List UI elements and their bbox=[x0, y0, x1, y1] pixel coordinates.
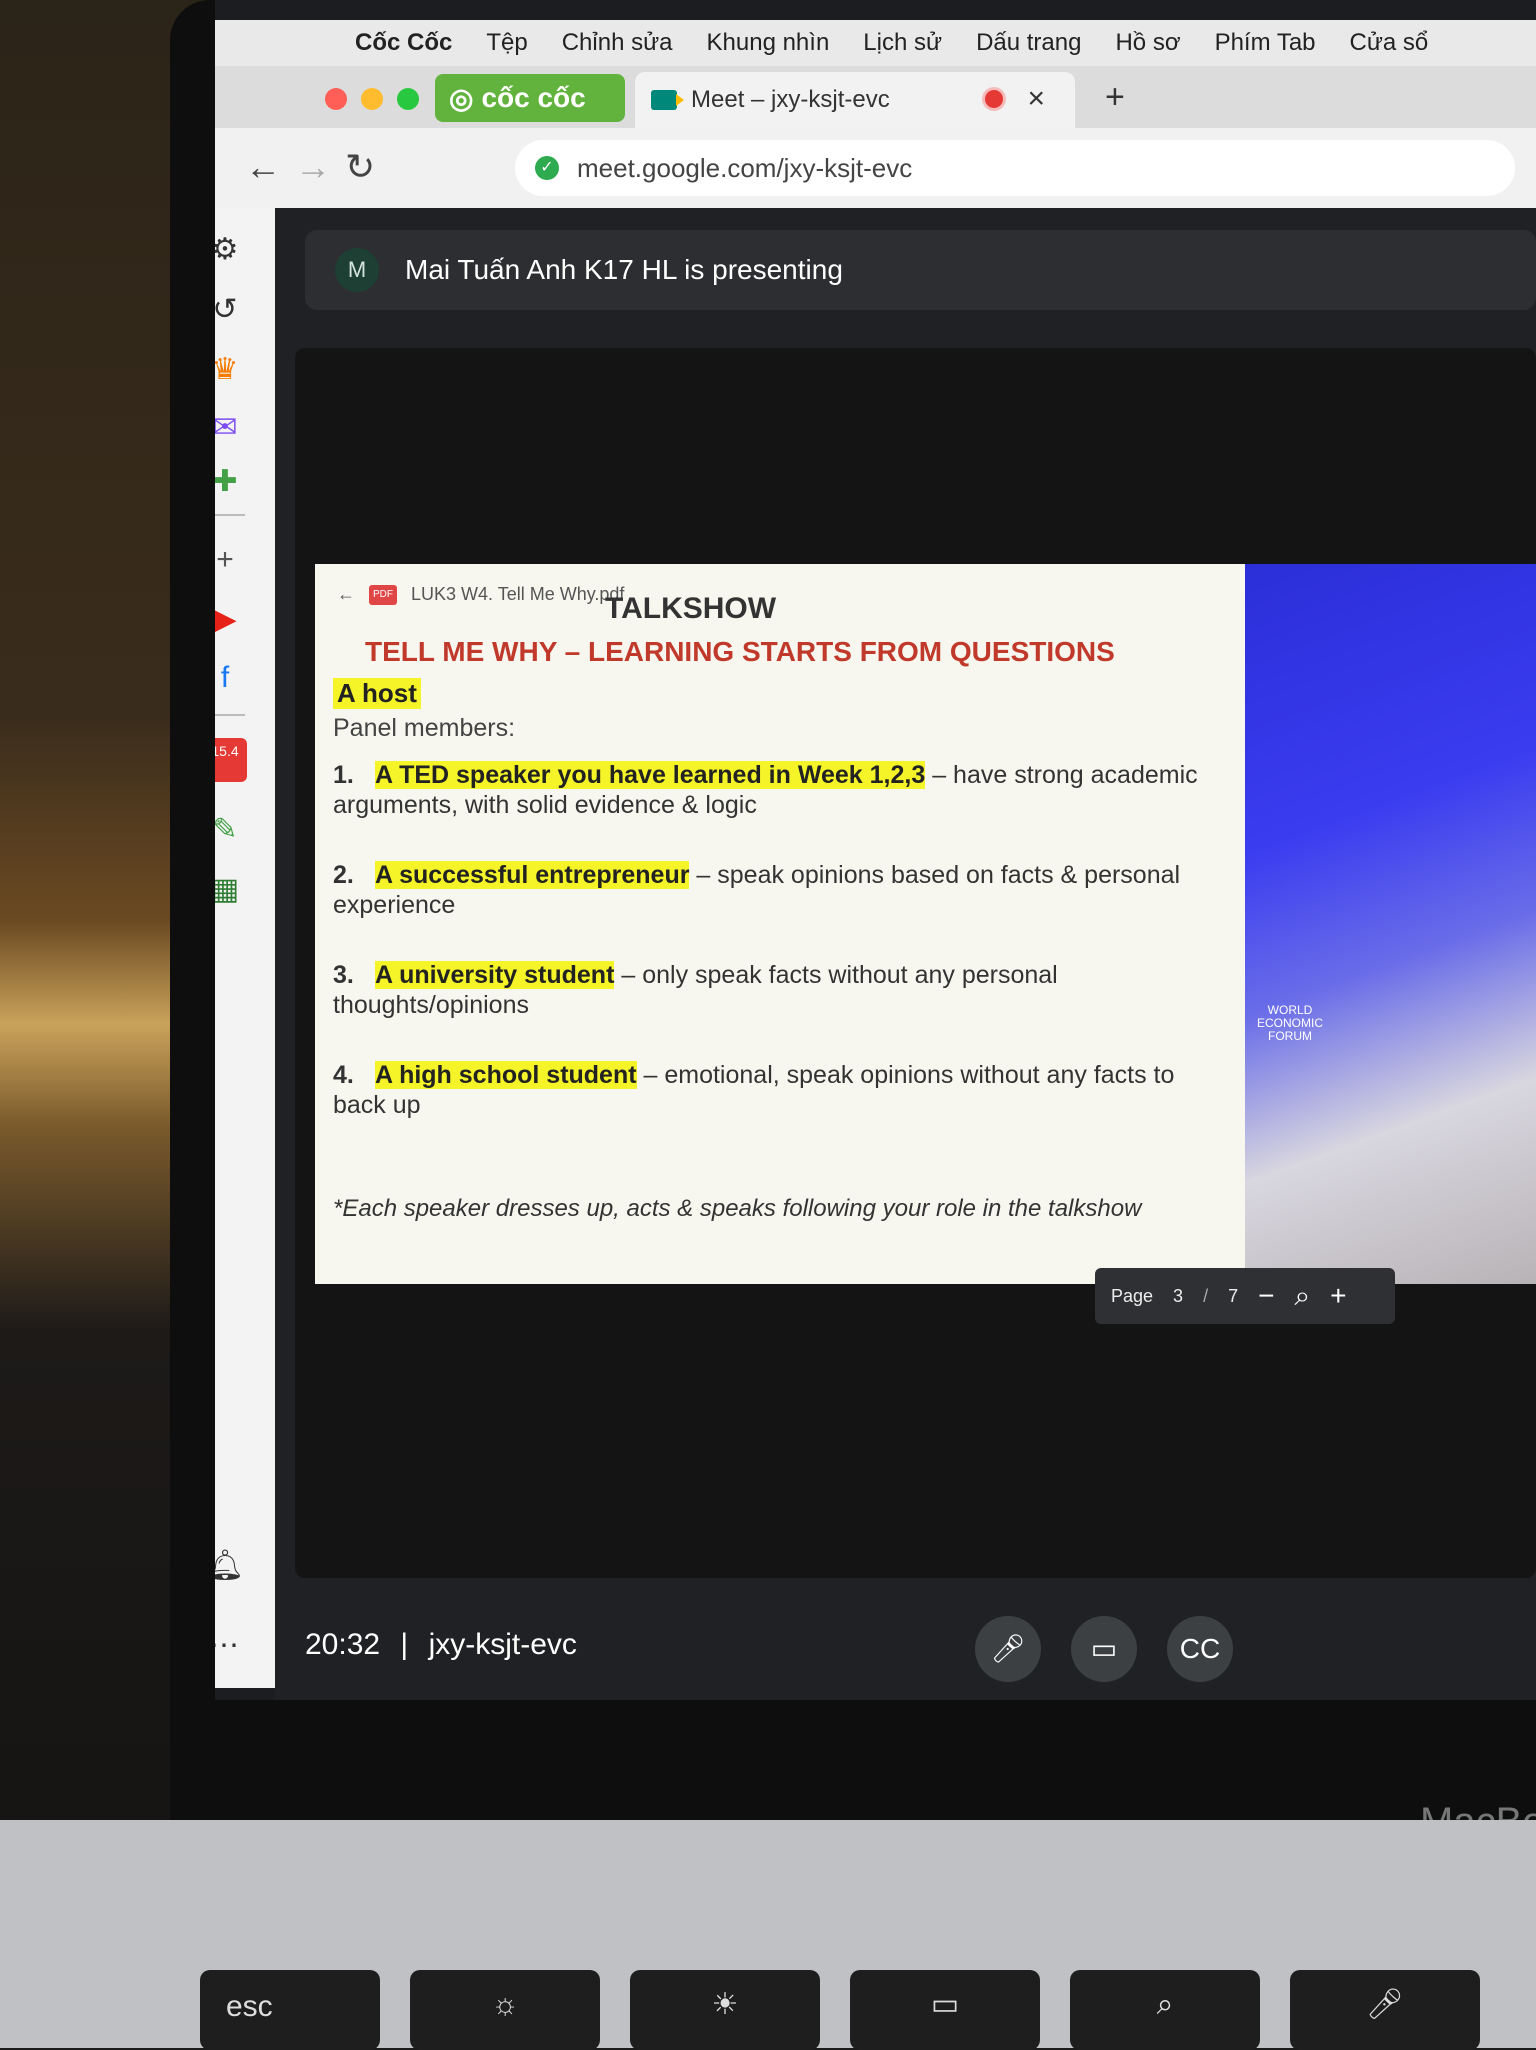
history-icon[interactable]: ↺ bbox=[215, 288, 247, 332]
bell-icon[interactable]: 🔔︎ bbox=[215, 1544, 247, 1588]
list-item: 2. A successful entrepreneur – speak opin… bbox=[333, 861, 1181, 919]
forward-arrow-icon[interactable]: → bbox=[295, 146, 331, 188]
sidebar-divider bbox=[215, 514, 245, 516]
spotlight-key[interactable]: ⌕ bbox=[1070, 1970, 1260, 2050]
back-arrow-icon[interactable]: ← bbox=[337, 584, 355, 605]
reload-icon[interactable]: ↻ bbox=[345, 146, 375, 188]
pdf-pager: Page 3 / 7 − ⌕ + bbox=[1095, 1268, 1395, 1324]
clock-time: 20:32 bbox=[305, 1628, 381, 1661]
meeting-details: 20:32 | jxy-ksjt-evc bbox=[305, 1628, 577, 1662]
close-tab-icon[interactable]: × bbox=[1027, 82, 1045, 116]
coccoc-brand-button[interactable]: ◎ cốc cốc bbox=[435, 74, 625, 122]
pdf-header: ← PDF LUK3 W4. Tell Me Why.pdf bbox=[337, 584, 624, 605]
facebook-icon[interactable]: f bbox=[215, 656, 247, 700]
messenger-icon[interactable]: ✉ bbox=[215, 406, 247, 450]
address-bar[interactable]: ✓ meet.google.com/jxy-ksjt-evc bbox=[515, 140, 1515, 196]
sidebar-divider bbox=[215, 714, 245, 716]
secure-shield-icon[interactable]: ✓ bbox=[535, 156, 559, 180]
minimize-window-button[interactable] bbox=[361, 88, 383, 110]
shopping-bag-icon[interactable]: 15.4 bbox=[215, 738, 247, 782]
more-options-icon[interactable]: ⋯ bbox=[215, 1628, 239, 1663]
browser-sidebar: ⚙ ↺ ♛ ✉ ✚ + ▶ f 15.4 ✎ ▦ 🔔︎ ⋯ bbox=[215, 208, 275, 1688]
zoom-out-icon[interactable]: − bbox=[1258, 1280, 1274, 1312]
menu-tab[interactable]: Phím Tab bbox=[1215, 29, 1316, 57]
page-separator: / bbox=[1203, 1285, 1209, 1306]
tab-bar: ◎ cốc cốc Meet – jxy-ksjt-evc × + bbox=[215, 66, 1536, 128]
settings-gear-icon[interactable]: ⚙ bbox=[215, 228, 247, 272]
list-item: 3. A university student – only speak fact… bbox=[333, 961, 1058, 1019]
coccoc-logo-icon: ◎ bbox=[449, 82, 474, 114]
slide-heading: TALKSHOW bbox=[605, 592, 777, 625]
page-total: 7 bbox=[1228, 1285, 1239, 1306]
host-label: A host bbox=[333, 678, 421, 709]
menu-profiles[interactable]: Hồ sơ bbox=[1115, 29, 1180, 57]
microphone-icon[interactable]: 🎤︎ bbox=[975, 1616, 1041, 1682]
recording-icon bbox=[985, 90, 1003, 108]
details-separator: | bbox=[400, 1628, 409, 1661]
menu-view[interactable]: Khung nhìn bbox=[707, 29, 830, 57]
mac-menubar: Cốc Cốc Tệp Chỉnh sửa Khung nhìn Lịch sử… bbox=[215, 20, 1536, 66]
list-item: 4. A high school student – emotional, spe… bbox=[333, 1061, 1175, 1119]
captions-icon[interactable]: CC bbox=[1167, 1616, 1233, 1682]
presentation-slide: ← PDF LUK3 W4. Tell Me Why.pdf TALKSHOW … bbox=[315, 564, 1245, 1284]
google-meet-icon bbox=[651, 90, 684, 110]
camera-icon[interactable]: ▭ bbox=[1071, 1616, 1137, 1682]
close-window-button[interactable] bbox=[325, 88, 347, 110]
page-label: Page bbox=[1111, 1285, 1154, 1306]
tab-title: Meet – jxy-ksjt-evc bbox=[691, 86, 890, 113]
tab-meet[interactable]: Meet – jxy-ksjt-evc × bbox=[635, 72, 1075, 128]
photo-caption: WORLD ECONOMIC FORUM bbox=[1257, 1003, 1323, 1043]
call-controls: 🎤︎ ▭ CC bbox=[975, 1616, 1233, 1682]
zoom-icon[interactable]: ⌕ bbox=[1294, 1280, 1310, 1313]
slide-note: *Each speaker dresses up, acts & speaks … bbox=[333, 1195, 1142, 1222]
presenting-banner: M Mai Tuấn Anh K17 HL is presenting bbox=[305, 230, 1536, 310]
menu-edit[interactable]: Chỉnh sửa bbox=[562, 29, 673, 57]
crown-icon[interactable]: ♛ bbox=[215, 348, 247, 392]
meet-content: M Mai Tuấn Anh K17 HL is presenting ← PD… bbox=[275, 208, 1536, 1700]
menu-bookmarks[interactable]: Dấu trang bbox=[976, 29, 1081, 57]
screen: Cốc Cốc Tệp Chỉnh sửa Khung nhìn Lịch sử… bbox=[215, 0, 1536, 1700]
presenting-text: Mai Tuấn Anh K17 HL is presenting bbox=[405, 254, 843, 285]
slide-title: TELL ME WHY – LEARNING STARTS FROM QUEST… bbox=[365, 636, 1115, 667]
new-tab-button[interactable]: + bbox=[1105, 78, 1125, 117]
mission-control-key[interactable]: ▭ bbox=[850, 1970, 1040, 2050]
add-icon[interactable]: + bbox=[215, 538, 247, 582]
zoom-in-icon[interactable]: + bbox=[1330, 1280, 1346, 1312]
menu-history[interactable]: Lịch sử bbox=[863, 29, 942, 57]
meet-footer: 20:32 | jxy-ksjt-evc 🎤︎ ▭ CC bbox=[275, 1588, 1536, 1698]
brightness-down-key[interactable]: ☼ bbox=[410, 1970, 600, 2050]
browser-toolbar: ← → ↻ ✓ meet.google.com/jxy-ksjt-evc bbox=[215, 128, 1536, 208]
url-text: meet.google.com/jxy-ksjt-evc bbox=[577, 152, 913, 183]
meeting-code: jxy-ksjt-evc bbox=[428, 1628, 577, 1661]
pdf-file-icon: PDF bbox=[369, 584, 397, 605]
menu-window[interactable]: Cửa sổ bbox=[1350, 29, 1429, 57]
spreadsheet-icon[interactable]: ▦ bbox=[215, 868, 247, 912]
game-controller-icon[interactable]: ✚ bbox=[215, 460, 247, 504]
dictation-key[interactable]: 🎤︎ bbox=[1290, 1970, 1480, 2050]
back-arrow-icon[interactable]: ← bbox=[245, 146, 281, 188]
list-item: 1. A TED speaker you have learned in Week… bbox=[333, 761, 1198, 819]
pdf-filename: LUK3 W4. Tell Me Why.pdf bbox=[411, 584, 625, 604]
screen-share-area: ← PDF LUK3 W4. Tell Me Why.pdf TALKSHOW … bbox=[295, 348, 1536, 1578]
youtube-icon[interactable]: ▶ bbox=[215, 598, 247, 642]
extension-icon[interactable]: ✎ bbox=[215, 808, 247, 852]
brightness-up-key[interactable]: ☀ bbox=[630, 1970, 820, 2050]
forum-photo: WORLD ECONOMIC FORUM bbox=[1245, 564, 1536, 1284]
zoom-window-button[interactable] bbox=[397, 88, 419, 110]
esc-key[interactable]: esc bbox=[200, 1970, 380, 2050]
menu-app-name[interactable]: Cốc Cốc bbox=[355, 29, 452, 57]
keyboard: esc ☼ ☀ ▭ ⌕ 🎤︎ bbox=[0, 1820, 1536, 2050]
menu-file[interactable]: Tệp bbox=[486, 29, 527, 57]
page-current[interactable]: 3 bbox=[1173, 1286, 1183, 1307]
panel-label: Panel members: bbox=[333, 714, 516, 742]
avatar: M bbox=[335, 248, 379, 292]
shop-badge: 15.4 bbox=[215, 743, 239, 759]
brand-label: cốc cốc bbox=[481, 82, 586, 113]
